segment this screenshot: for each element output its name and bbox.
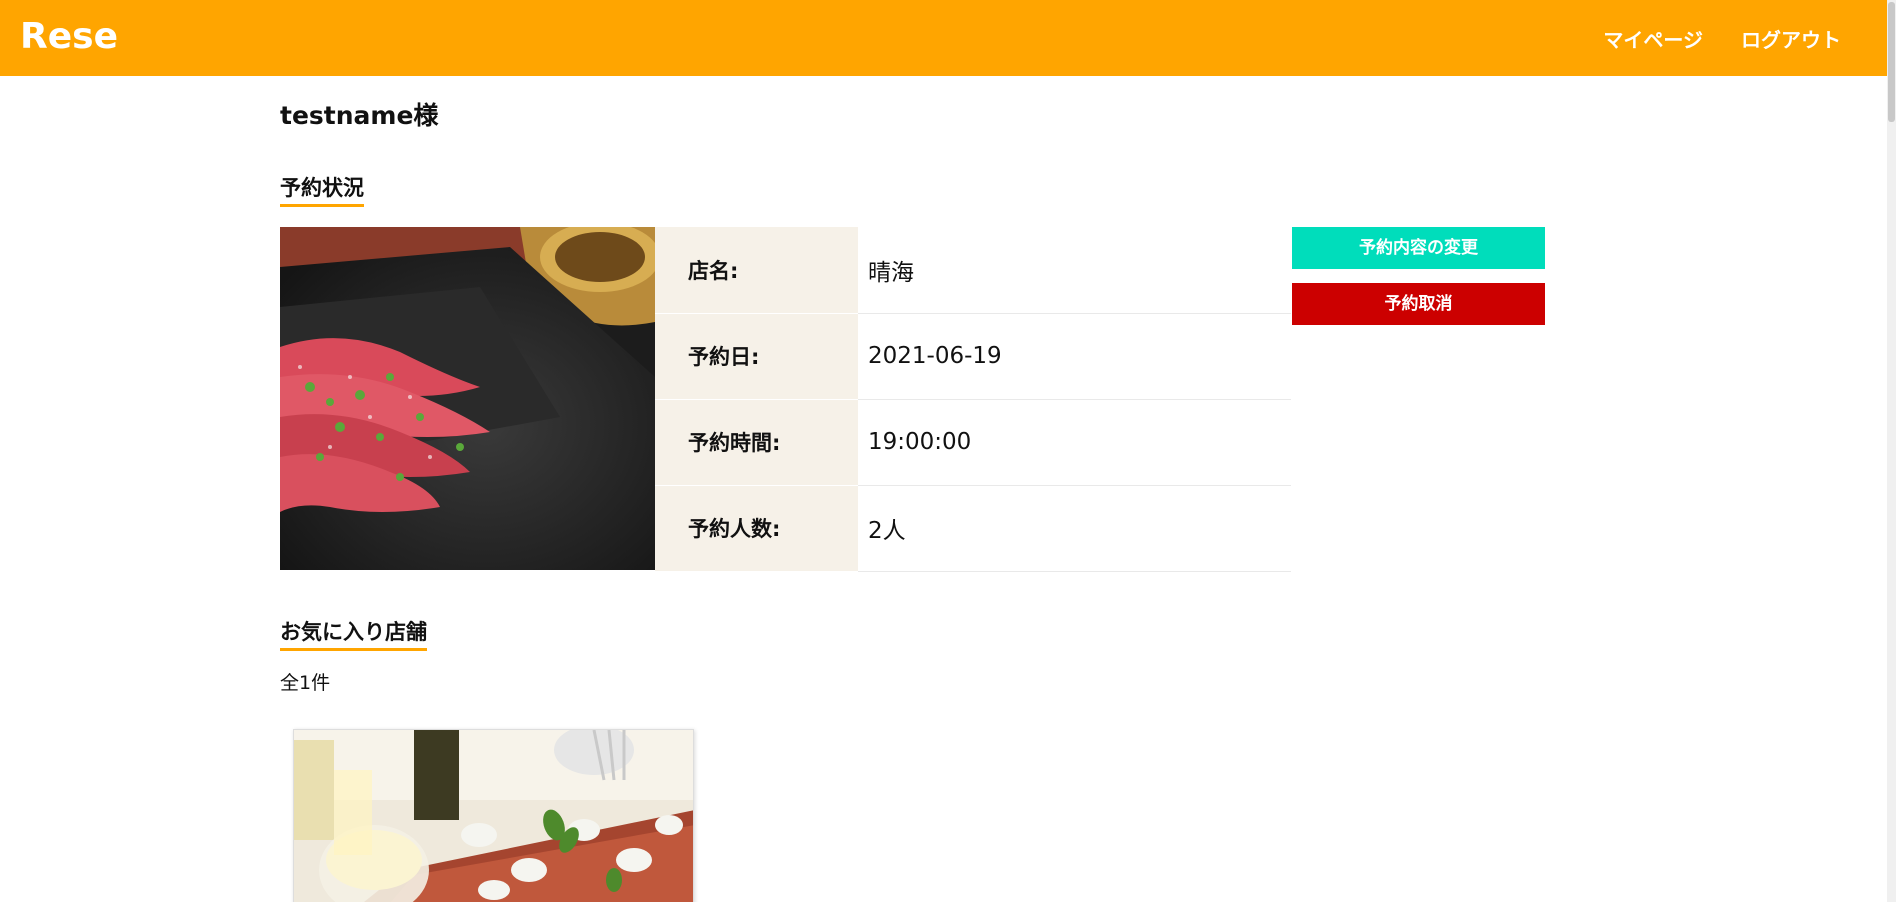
user-greeting: testname様	[280, 101, 439, 130]
scrollbar-thumb[interactable]	[1888, 2, 1895, 122]
reservation-row-time: 予約時間: 19:00:00	[655, 399, 1291, 486]
shop-name-value: 晴海	[858, 227, 1291, 314]
reservation-people-label: 予約人数:	[655, 485, 858, 572]
reservation-row-shop: 店名: 晴海	[655, 227, 1291, 314]
favorites-section-title: お気に入り店舗	[280, 616, 427, 651]
reservation-row-date: 予約日: 2021-06-19	[655, 313, 1291, 400]
reservation-row-people: 予約人数: 2人	[655, 485, 1291, 572]
reservation-time-value: 19:00:00	[858, 399, 1291, 486]
cancel-reservation-button[interactable]: 予約取消	[1292, 283, 1545, 325]
change-reservation-button[interactable]: 予約内容の変更	[1292, 227, 1545, 269]
mypage-link[interactable]: マイページ	[1603, 24, 1703, 53]
app-logo[interactable]: Rese	[20, 16, 118, 57]
favorite-shop-image	[294, 730, 693, 902]
reservation-date-value: 2021-06-19	[858, 313, 1291, 400]
reservation-people-value: 2人	[858, 485, 1291, 572]
shop-name-label: 店名:	[655, 227, 858, 314]
scrollbar[interactable]	[1887, 0, 1896, 902]
logout-link[interactable]: ログアウト	[1741, 24, 1841, 53]
reservation-time-label: 予約時間:	[655, 399, 858, 486]
restaurant-image-yakiniku	[280, 227, 655, 570]
favorite-shop-card[interactable]	[293, 729, 694, 902]
reservation-details-table: 店名: 晴海 予約日: 2021-06-19 予約時間: 19:00:00 予約…	[655, 227, 1291, 572]
reservation-section-title: 予約状況	[280, 172, 364, 207]
reservation-date-label: 予約日:	[655, 313, 858, 400]
app-header: Rese マイページ ログアウト	[0, 0, 1896, 76]
header-nav: マイページ ログアウト	[1603, 24, 1841, 53]
favorites-count: 全1件	[280, 672, 331, 694]
